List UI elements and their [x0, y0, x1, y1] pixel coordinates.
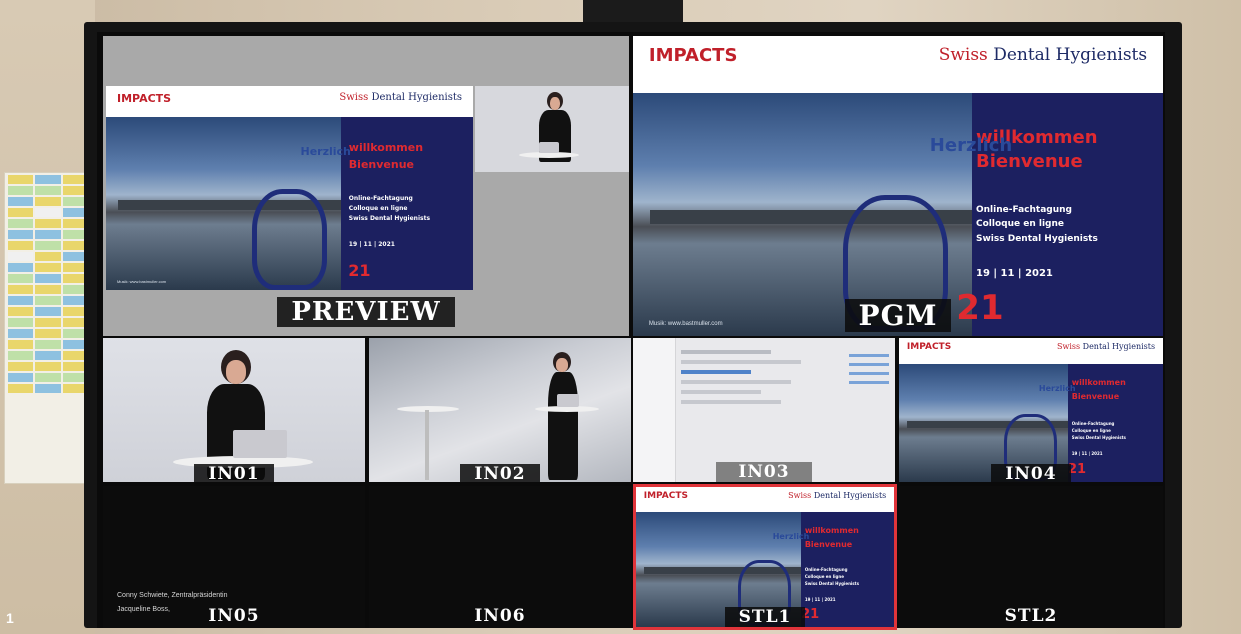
in02-label: IN02 — [369, 464, 631, 482]
stl1-tile[interactable]: IMPACTS Swiss Dental Hygienists willkomm… — [633, 484, 897, 630]
in04-tile[interactable]: IMPACTS Swiss Dental Hygienists willkomm… — [899, 338, 1163, 482]
stl2-tile[interactable]: STL2 — [899, 486, 1163, 628]
pgm-tile[interactable]: IMPACTS Swiss Dental Hygienists willkomm… — [633, 36, 1163, 336]
pgm-slide: IMPACTS Swiss Dental Hygienists willkomm… — [633, 36, 1163, 336]
in06-label: IN06 — [474, 606, 526, 626]
preview-tile[interactable]: IMPACTS Swiss Dental Hygienists willkomm… — [103, 36, 629, 336]
in03-sidebar — [633, 338, 676, 482]
lower-third-line1: Conny Schwiete, Zentralpräsidentin — [117, 592, 228, 599]
in01-label: IN01 — [103, 464, 365, 482]
in02-tile[interactable]: IN02 — [369, 338, 631, 482]
in04-slide: IMPACTS Swiss Dental Hygienists willkomm… — [899, 338, 1163, 482]
figure-number: 1 — [6, 610, 14, 626]
in03-right-panel — [849, 348, 889, 458]
in03-label: IN03 — [633, 462, 895, 482]
stl2-label: STL2 — [1004, 606, 1058, 626]
in05-tile[interactable]: Conny Schwiete, Zentralpräsidentin Jacqu… — [103, 486, 365, 628]
preview-camera-inset — [475, 86, 629, 172]
in03-tile[interactable]: IN03 — [633, 338, 895, 482]
in05-label: IN05 — [208, 606, 260, 626]
in01-tile[interactable]: IN01 — [103, 338, 365, 482]
pgm-label: PGM — [633, 299, 1163, 332]
preview-label: PREVIEW — [103, 297, 629, 327]
multiviewer-screen: IMPACTS Swiss Dental Hygienists willkomm… — [97, 32, 1165, 630]
stl1-slide: IMPACTS Swiss Dental Hygienists willkomm… — [636, 487, 894, 627]
in03-content — [681, 346, 841, 446]
wall-chart — [4, 172, 92, 484]
in06-tile[interactable]: IN06 — [369, 486, 631, 628]
in04-label: IN04 — [899, 464, 1163, 482]
stl1-label: STL1 — [636, 607, 894, 627]
preview-slide: IMPACTS Swiss Dental Hygienists willkomm… — [106, 86, 473, 290]
